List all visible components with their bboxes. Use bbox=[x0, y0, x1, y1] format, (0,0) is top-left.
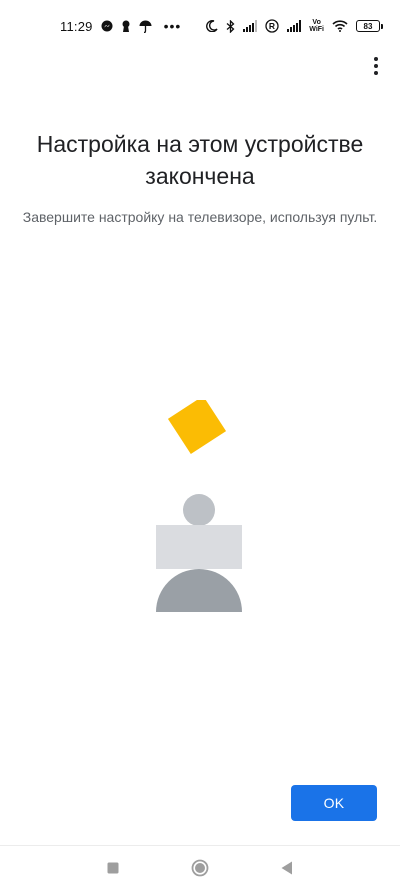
roaming-icon: R bbox=[265, 19, 279, 33]
wifi-icon bbox=[332, 19, 348, 33]
page-subtitle: Завершите настройку на телевизоре, испол… bbox=[22, 209, 378, 225]
vowifi-line-2: WiFi bbox=[309, 26, 324, 33]
head-circle bbox=[183, 494, 215, 526]
page-title: Настройка на этом устройстве закончена bbox=[36, 131, 364, 189]
setup-complete-illustration bbox=[156, 400, 242, 612]
moon-icon bbox=[206, 19, 218, 33]
body-block bbox=[156, 525, 242, 569]
messenger-icon bbox=[101, 19, 113, 33]
home-circle-icon[interactable] bbox=[180, 848, 220, 888]
status-bar-left: 11:29 ••• bbox=[60, 18, 181, 34]
ok-button[interactable]: OK bbox=[291, 785, 377, 821]
signal-icon bbox=[287, 19, 302, 33]
keyhole-icon bbox=[121, 19, 131, 33]
umbrella-icon bbox=[139, 19, 152, 33]
menu-dot bbox=[374, 64, 378, 68]
yellow-diamond bbox=[167, 400, 227, 455]
recents-square-icon[interactable] bbox=[93, 848, 133, 888]
back-triangle-icon[interactable] bbox=[267, 848, 307, 888]
bluetooth-icon bbox=[226, 19, 235, 33]
navigation-bar bbox=[0, 845, 400, 889]
screen: 11:29 ••• R Vo WiFi 83 Настройка на этом… bbox=[0, 0, 400, 889]
menu-dot bbox=[374, 57, 378, 61]
status-bar-right: R Vo WiFi 83 bbox=[206, 19, 383, 33]
menu-dot bbox=[374, 71, 378, 75]
clock: 11:29 bbox=[60, 18, 93, 34]
base-semicircle bbox=[156, 569, 242, 612]
more-notifications: ••• bbox=[163, 18, 182, 34]
roaming-label: R bbox=[269, 21, 275, 31]
vowifi-icon: Vo WiFi bbox=[309, 19, 324, 33]
overflow-menu-icon[interactable] bbox=[364, 52, 388, 80]
status-bar: 11:29 ••• R Vo WiFi 83 bbox=[0, 0, 400, 52]
signal-icon bbox=[243, 19, 258, 33]
vowifi-line-1: Vo bbox=[312, 19, 321, 26]
battery-indicator: 83 bbox=[356, 20, 383, 32]
